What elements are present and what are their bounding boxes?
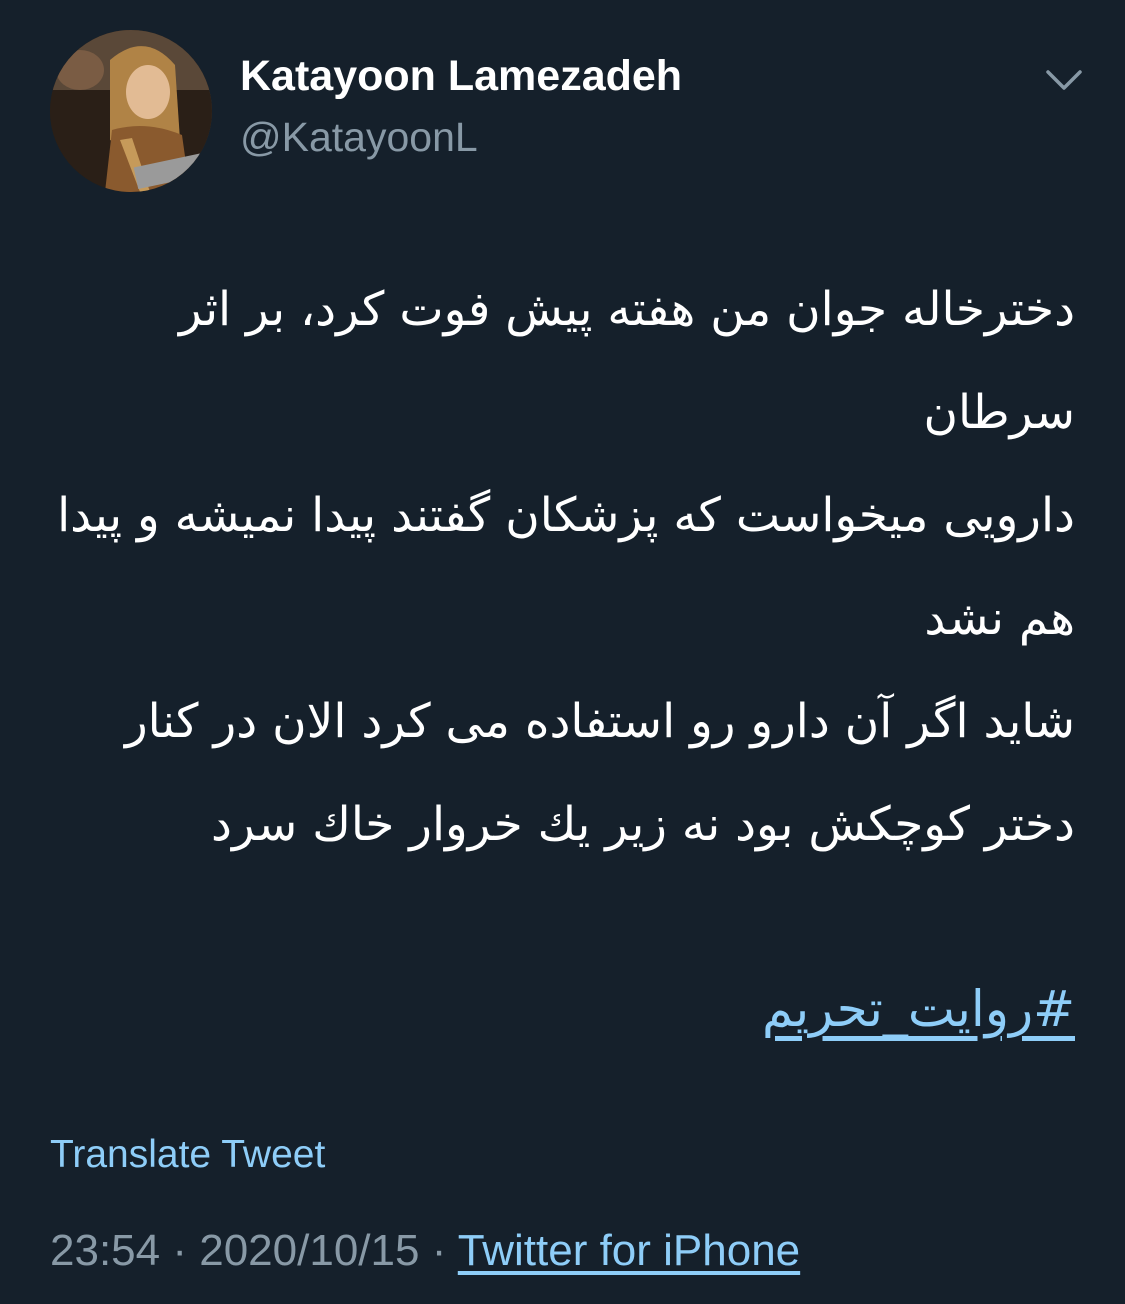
chevron-down-icon[interactable] [1042, 62, 1086, 96]
meta-separator: · [431, 1226, 447, 1275]
tweet-text-paragraph-1: دخترخاله جوان من هفته پیش فوت کرد، بر اث… [57, 282, 1075, 646]
tweet-time: 23:54 [50, 1226, 161, 1275]
tweet-text-paragraph-2: شاید اگر آن دارو رو استفاده می کرد الان … [124, 694, 1075, 852]
user-handle[interactable]: @KatayoonL [240, 114, 478, 161]
tweet-date: 2020/10/15 [199, 1226, 420, 1275]
translate-tweet-link[interactable]: Translate Tweet [50, 1133, 325, 1177]
meta-separator: · [172, 1226, 187, 1275]
tweet-metadata: 23:54 · 2020/10/15 · Twitter for iPhone [50, 1226, 800, 1276]
tweet: Katayoon Lamezadeh @KatayoonL دخترخاله ج… [0, 0, 1125, 1304]
avatar[interactable] [50, 30, 212, 192]
avatar-photo [50, 30, 212, 192]
hashtag-link[interactable]: #روایت_تحریم [762, 980, 1075, 1038]
display-name[interactable]: Katayoon Lamezadeh [240, 52, 682, 101]
tweet-source-link[interactable]: Twitter for iPhone [458, 1226, 800, 1275]
